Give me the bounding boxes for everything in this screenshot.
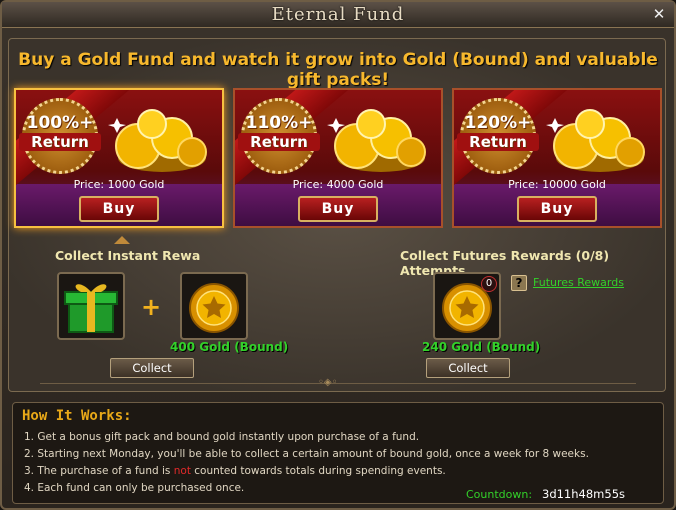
coin-slot[interactable] bbox=[180, 272, 248, 340]
selected-pointer bbox=[114, 236, 130, 244]
gold-pile-icon bbox=[108, 109, 207, 172]
return-percent: 120%+ bbox=[464, 113, 532, 133]
gift-box-icon bbox=[64, 284, 118, 333]
how-it-works-title: How It Works: bbox=[22, 408, 132, 424]
title-bar: Eternal Fund bbox=[2, 2, 674, 28]
window-title: Eternal Fund bbox=[271, 4, 405, 25]
fund-card-4000[interactable]: 110%+ Return Price: 4000 Gold Buy bbox=[233, 88, 443, 228]
buy-button[interactable]: Buy bbox=[79, 196, 159, 222]
buy-button[interactable]: Buy bbox=[517, 196, 597, 222]
return-label: Return bbox=[457, 133, 539, 151]
return-label: Return bbox=[19, 133, 101, 151]
close-icon[interactable]: ✕ bbox=[650, 5, 668, 23]
return-percent: 110%+ bbox=[245, 113, 313, 133]
how-line-4: 4. Each fund can only be purchased once. bbox=[24, 482, 245, 494]
fund-card-1000[interactable]: 100%+ Return Price: 1000 Gold Buy bbox=[14, 88, 224, 228]
instant-gold-amount: 400 Gold (Bound) bbox=[170, 340, 289, 354]
headline-text: Buy a Gold Fund and watch it grow into G… bbox=[18, 50, 658, 90]
instant-rewards-label: Collect Instant Rewa bbox=[55, 248, 201, 263]
return-badge: 120%+ Return bbox=[457, 98, 539, 174]
futures-count-badge: 0 bbox=[481, 276, 497, 292]
futures-collect-button[interactable]: Collect bbox=[426, 358, 510, 378]
return-percent: 100%+ bbox=[26, 113, 94, 133]
divider-ornament: ◦◈◦ bbox=[318, 377, 338, 388]
instant-collect-button[interactable]: Collect bbox=[110, 358, 194, 378]
futures-rewards-link[interactable]: Futures Rewards bbox=[533, 276, 624, 289]
how-line-1: 1. Get a bonus gift pack and bound gold … bbox=[24, 431, 420, 443]
return-badge: 100%+ Return bbox=[19, 98, 101, 174]
how-line-3-post: counted towards totals during spending e… bbox=[190, 465, 446, 477]
buy-button[interactable]: Buy bbox=[298, 196, 378, 222]
gold-pile-icon bbox=[546, 109, 645, 172]
countdown-label: Countdown: bbox=[466, 488, 533, 501]
how-line-3: 3. The purchase of a fund is not counted… bbox=[24, 465, 446, 477]
futures-gold-amount: 240 Gold (Bound) bbox=[422, 340, 541, 354]
question-icon[interactable]: ? bbox=[511, 275, 527, 291]
how-line-3-not: not bbox=[173, 465, 191, 477]
countdown-value: 3d11h48m55s bbox=[542, 487, 625, 501]
fund-price: Price: 4000 Gold bbox=[292, 178, 384, 191]
divider bbox=[40, 383, 636, 384]
fund-price: Price: 10000 Gold bbox=[508, 178, 606, 191]
gold-pile-icon bbox=[327, 109, 426, 172]
fund-card-10000[interactable]: 120%+ Return Price: 10000 Gold Buy bbox=[452, 88, 662, 228]
gold-coin-icon bbox=[189, 283, 239, 333]
gift-slot[interactable] bbox=[57, 272, 125, 340]
how-line-3-pre: 3. The purchase of a fund is bbox=[24, 465, 174, 477]
return-badge: 110%+ Return bbox=[238, 98, 320, 174]
fund-price: Price: 1000 Gold bbox=[73, 178, 165, 191]
futures-coin-slot[interactable]: 0 bbox=[433, 272, 501, 340]
return-label: Return bbox=[238, 133, 320, 151]
plus-icon: + bbox=[141, 293, 162, 321]
how-line-2: 2. Starting next Monday, you'll be able … bbox=[24, 448, 589, 460]
